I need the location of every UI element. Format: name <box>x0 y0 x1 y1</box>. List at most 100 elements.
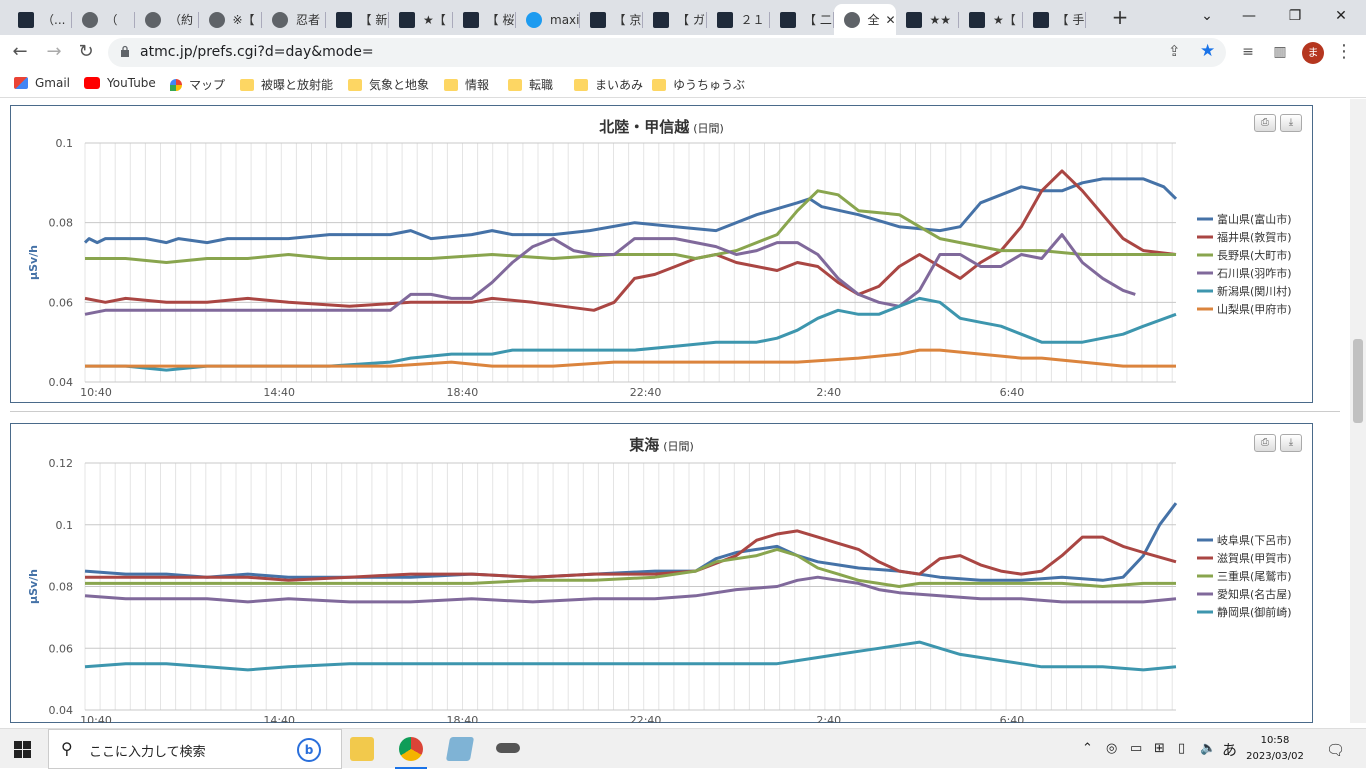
bookmark-item[interactable]: 気象と地象 <box>348 76 429 93</box>
series-line <box>83 177 1178 245</box>
y-tick-label: 0.06 <box>49 296 74 309</box>
menu-kebab-icon[interactable]: ⋮ <box>1330 38 1358 66</box>
folder-icon <box>652 78 666 91</box>
share-icon[interactable]: ⇪ <box>1168 42 1181 60</box>
legend-entry: 富山県(富山市) <box>1217 212 1292 226</box>
browser-tab[interactable]: （約 <box>135 4 199 35</box>
browser-tab[interactable]: （... <box>8 4 72 35</box>
browser-tab[interactable]: 【 新 <box>326 4 389 35</box>
tab-label: maxi <box>550 12 580 27</box>
bing-icon[interactable]: b <box>297 738 321 762</box>
file-explorer-icon[interactable] <box>350 737 374 761</box>
side-panel-icon[interactable]: ▥ <box>1266 38 1294 66</box>
bookmark-label: Gmail <box>35 76 71 90</box>
browser-tab[interactable]: ※【 <box>199 4 262 35</box>
close-window-button[interactable]: ✕ <box>1318 4 1364 28</box>
minimize-button[interactable]: — <box>1226 4 1272 28</box>
bookmarks-bar: Gmail YouTube マップ 被曝と放射能 気象と地象 情報 転職 まいあみ ゆうちゅうぶ <box>0 70 1366 98</box>
close-tab-icon[interactable]: ✕ <box>886 13 896 27</box>
battery-icon[interactable]: ▯ <box>1178 741 1185 756</box>
legend-entry: 長野県(大町市) <box>1217 248 1292 262</box>
site-icon <box>653 11 669 28</box>
bookmark-item[interactable]: Gmail <box>14 76 70 90</box>
browser-tab[interactable]: （ <box>72 4 135 35</box>
tab-label: 【 手 <box>1056 13 1085 27</box>
site-icon <box>589 11 606 28</box>
bookmark-item[interactable]: 転職 <box>508 76 553 93</box>
tray-icon-1[interactable]: ◎ <box>1106 741 1117 756</box>
tab-label: （約 <box>169 13 194 27</box>
series-line <box>85 189 1176 264</box>
site-icon <box>1032 11 1049 28</box>
globe-icon <box>145 11 161 28</box>
folder-icon <box>508 78 522 91</box>
reload-icon[interactable]: ↻ <box>72 38 100 66</box>
legend-entry: 新潟県(関川村) <box>1217 284 1292 298</box>
app-icon-2[interactable] <box>496 743 520 753</box>
tab-label: 【 新 <box>359 13 388 27</box>
site-icon <box>399 11 415 28</box>
browser-tab[interactable]: ★★ <box>896 4 959 35</box>
bookmark-item[interactable]: 情報 <box>444 76 489 93</box>
tab-search-chevron-icon[interactable]: ⌄ <box>1184 4 1230 28</box>
legend-entry: 三重県(尾鷲市) <box>1217 569 1292 583</box>
browser-tab[interactable]: 忍者 <box>262 4 326 35</box>
y-tick-label: 0.08 <box>49 581 74 594</box>
folder-icon <box>444 78 458 91</box>
x-tick-label: 2:40 <box>816 386 841 399</box>
new-tab-button[interactable]: + <box>1108 5 1132 29</box>
profile-avatar[interactable]: ま <box>1302 42 1324 64</box>
browser-tab[interactable]: 【 桜 <box>453 4 516 35</box>
series-line <box>85 348 1176 368</box>
chrome-icon[interactable] <box>399 737 423 761</box>
browser-toolbar: ← → ↻ atmc.jp/prefs.cgi?d=day&mode= ⇪ ★ … <box>0 35 1366 70</box>
site-icon <box>462 11 479 28</box>
browser-tab[interactable]: 【 手 <box>1023 4 1086 35</box>
bookmark-label: 転職 <box>529 78 554 92</box>
notification-icon[interactable]: 🗨 <box>1326 741 1345 759</box>
bookmark-star-icon[interactable]: ★ <box>1200 41 1215 61</box>
browser-tab[interactable]: ★【 <box>389 4 453 35</box>
network-icon[interactable]: ⊞ <box>1154 741 1165 756</box>
browser-tab[interactable]: ★【 <box>959 4 1023 35</box>
bookmark-item[interactable]: ゆうちゅうぶ <box>652 76 745 93</box>
browser-tab[interactable]: 【 二 <box>770 4 834 35</box>
bookmark-item[interactable]: 被曝と放射能 <box>240 76 333 93</box>
tab-label: 【 ガ <box>677 13 705 27</box>
app-icon[interactable] <box>445 737 475 761</box>
volume-icon[interactable]: 🔈 <box>1200 741 1216 756</box>
bookmark-item[interactable]: マップ <box>170 76 225 93</box>
x-tick-label: 18:40 <box>447 386 479 399</box>
bookmark-item[interactable]: まいあみ <box>574 76 643 93</box>
browser-tab[interactable]: 【 京 <box>580 4 643 35</box>
bookmark-label: マップ <box>189 78 226 92</box>
chart-tokai-svg: 0.04 0.06 0.08 0.1 0.12 10:40 14:40 18:40 22:40 2… <box>27 457 1292 723</box>
ime-indicator[interactable]: あ <box>1222 739 1237 760</box>
globe-icon <box>843 11 860 28</box>
y-tick-label: 0.08 <box>49 217 74 230</box>
y-tick-label: 0.06 <box>49 642 74 655</box>
media-queue-icon[interactable]: ≡ <box>1234 38 1262 66</box>
tab-label: ※【 <box>232 13 255 27</box>
maximize-button[interactable]: ❐ <box>1272 4 1318 28</box>
forward-arrow-icon[interactable]: → <box>40 38 68 66</box>
x-tick-label: 6:40 <box>1000 386 1025 399</box>
browser-tab[interactable]: ２１ <box>707 4 770 35</box>
address-bar[interactable]: atmc.jp/prefs.cgi?d=day&mode= ⇪ ★ <box>108 38 1226 67</box>
browser-tab[interactable]: 全 ✕ <box>833 4 896 35</box>
taskbar-search-box[interactable]: ⚲ ここに入力して検索 b <box>48 729 342 769</box>
y-axis-label: μSv/h <box>27 569 40 604</box>
tray-chevron-icon[interactable]: ⌃ <box>1082 741 1093 756</box>
taskbar-clock[interactable]: 10:58 2023/03/02 <box>1240 733 1310 765</box>
scrollbar-thumb[interactable] <box>1353 339 1363 423</box>
site-icon <box>969 11 985 28</box>
vertical-scrollbar[interactable] <box>1350 99 1366 723</box>
windows-start-icon[interactable] <box>14 741 31 758</box>
bookmark-item[interactable]: YouTube <box>84 76 156 90</box>
x-tick-label: 14:40 <box>263 386 295 399</box>
tab-bar: （... （（約 ※【 忍者【 新 ★【【 桜 maxi 【 京【 ガ ２１ 【 二全 ✕ ★★ ★【… <box>0 0 1366 35</box>
back-arrow-icon[interactable]: ← <box>6 38 34 66</box>
browser-tab[interactable]: maxi <box>516 4 580 35</box>
tray-icon-2[interactable]: ▭ <box>1130 741 1142 756</box>
browser-tab[interactable]: 【 ガ <box>643 4 707 35</box>
